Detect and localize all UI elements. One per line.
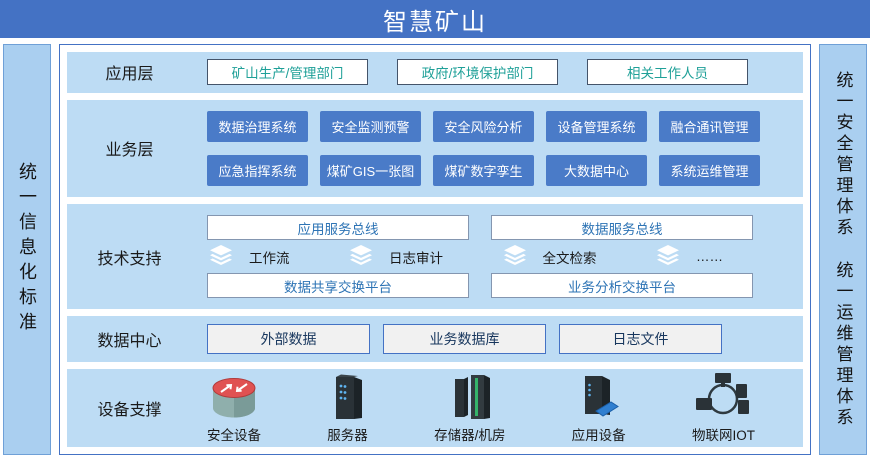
service-bus-row: 应用服务总线 数据服务总线 bbox=[207, 215, 753, 240]
business-row-2: 应急指挥系统 煤矿GIS一张图 煤矿数字孪生 大数据中心 系统运维管理 bbox=[207, 155, 803, 186]
left-sidebar-label: 统一信息化标准 bbox=[14, 162, 40, 337]
biz-safety-monitoring: 安全监测预警 bbox=[320, 111, 421, 142]
layer-tech-support: 技术支持 应用服务总线 数据服务总线 工作流 bbox=[67, 204, 803, 309]
right-sidebar-unified-systems: 统一安全管理体系 统一运维管理体系 bbox=[819, 44, 867, 455]
layer-business-label: 业务层 bbox=[67, 136, 192, 160]
layers-icon bbox=[503, 245, 527, 268]
dc-log-files: 日志文件 bbox=[559, 324, 722, 354]
device-application: 应用设备 bbox=[572, 373, 626, 444]
security-device-icon bbox=[209, 373, 259, 421]
storage-rack-icon bbox=[447, 373, 493, 421]
right-sidebar-label-security: 统一安全管理体系 bbox=[831, 71, 856, 239]
left-sidebar-unified-info-standard: 统一信息化标准 bbox=[3, 44, 51, 455]
biz-data-governance: 数据治理系统 bbox=[207, 111, 308, 142]
device-security: 安全设备 bbox=[207, 373, 261, 444]
biz-system-ops: 系统运维管理 bbox=[659, 155, 760, 186]
dc-business-database: 业务数据库 bbox=[383, 324, 546, 354]
data-share-exchange-platform: 数据共享交换平台 bbox=[207, 273, 469, 298]
layer-data-center-content: 外部数据 业务数据库 日志文件 bbox=[192, 324, 803, 354]
layer-device-support: 设备支撑 bbox=[67, 369, 803, 447]
title-bar: 智慧矿山 bbox=[0, 0, 870, 38]
middleware-row: 工作流 日志审计 全文检索 bbox=[207, 245, 753, 268]
layer-application: 应用层 矿山生产/管理部门 政府/环境保护部门 相关工作人员 bbox=[67, 52, 803, 93]
layer-application-label: 应用层 bbox=[67, 60, 192, 84]
right-sidebar-label-ops: 统一运维管理体系 bbox=[831, 261, 856, 429]
page-title: 智慧矿山 bbox=[383, 2, 487, 37]
device-server: 服务器 bbox=[327, 373, 368, 444]
layer-data-center: 数据中心 外部数据 业务数据库 日志文件 bbox=[67, 316, 803, 362]
mw-fulltext-search: 全文检索 bbox=[503, 245, 597, 268]
layer-business: 业务层 数据治理系统 安全监测预警 安全风险分析 设备管理系统 融合通讯管理 应… bbox=[67, 100, 803, 197]
layer-device-content: 安全设备 bbox=[192, 373, 803, 444]
main-panel: 应用层 矿山生产/管理部门 政府/环境保护部门 相关工作人员 业务层 数据治理系… bbox=[59, 44, 811, 455]
mw-more: …… bbox=[656, 245, 723, 268]
biz-gis-one-map: 煤矿GIS一张图 bbox=[320, 155, 421, 186]
iot-network-icon bbox=[696, 373, 750, 421]
layer-data-center-label: 数据中心 bbox=[67, 327, 192, 351]
data-service-bus: 数据服务总线 bbox=[491, 215, 753, 240]
dc-external-data: 外部数据 bbox=[207, 324, 370, 354]
mw-log-audit-label: 日志审计 bbox=[389, 247, 443, 267]
layers-icon bbox=[349, 245, 373, 268]
server-icon bbox=[329, 373, 367, 421]
mw-log-audit: 日志审计 bbox=[349, 245, 443, 268]
device-application-label: 应用设备 bbox=[572, 424, 626, 444]
mw-fulltext-search-label: 全文检索 bbox=[543, 247, 597, 267]
mw-more-label: …… bbox=[696, 249, 723, 264]
biz-equipment-mgmt: 设备管理系统 bbox=[546, 111, 647, 142]
biz-digital-twin: 煤矿数字孪生 bbox=[433, 155, 534, 186]
content-area: 统一信息化标准 应用层 矿山生产/管理部门 政府/环境保护部门 相关工作人员 业… bbox=[0, 38, 870, 457]
platform-row: 数据共享交换平台 业务分析交换平台 bbox=[207, 273, 753, 298]
app-box-related-staff: 相关工作人员 bbox=[587, 59, 748, 85]
business-analysis-exchange-platform: 业务分析交换平台 bbox=[491, 273, 753, 298]
biz-risk-analysis: 安全风险分析 bbox=[433, 111, 534, 142]
biz-big-data-center: 大数据中心 bbox=[546, 155, 647, 186]
smart-mine-architecture-diagram: 智慧矿山 统一信息化标准 应用层 矿山生产/管理部门 政府/环境保护部门 相关工… bbox=[0, 0, 870, 457]
device-server-label: 服务器 bbox=[327, 424, 368, 444]
biz-comm-mgmt: 融合通讯管理 bbox=[659, 111, 760, 142]
layer-application-content: 矿山生产/管理部门 政府/环境保护部门 相关工作人员 bbox=[192, 59, 803, 85]
business-row-1: 数据治理系统 安全监测预警 安全风险分析 设备管理系统 融合通讯管理 bbox=[207, 111, 803, 142]
mw-workflow-label: 工作流 bbox=[249, 247, 290, 267]
device-iot: 物联网IOT bbox=[692, 373, 755, 444]
biz-emergency-command: 应急指挥系统 bbox=[207, 155, 308, 186]
layers-icon bbox=[656, 245, 680, 268]
layer-tech-content: 应用服务总线 数据服务总线 工作流 bbox=[192, 204, 803, 309]
app-box-government-env: 政府/环境保护部门 bbox=[397, 59, 558, 85]
mw-workflow: 工作流 bbox=[209, 245, 290, 268]
device-iot-label: 物联网IOT bbox=[692, 424, 755, 444]
layers-icon bbox=[209, 245, 233, 268]
app-box-mine-production: 矿山生产/管理部门 bbox=[207, 59, 368, 85]
app-service-bus: 应用服务总线 bbox=[207, 215, 469, 240]
layer-business-content: 数据治理系统 安全监测预警 安全风险分析 设备管理系统 融合通讯管理 应急指挥系… bbox=[192, 111, 803, 186]
device-security-label: 安全设备 bbox=[207, 424, 261, 444]
device-storage: 存储器/机房 bbox=[434, 373, 505, 444]
layer-device-label: 设备支撑 bbox=[67, 396, 192, 420]
app-device-icon bbox=[576, 373, 622, 421]
layer-tech-label: 技术支持 bbox=[67, 245, 192, 269]
device-storage-label: 存储器/机房 bbox=[434, 424, 505, 444]
